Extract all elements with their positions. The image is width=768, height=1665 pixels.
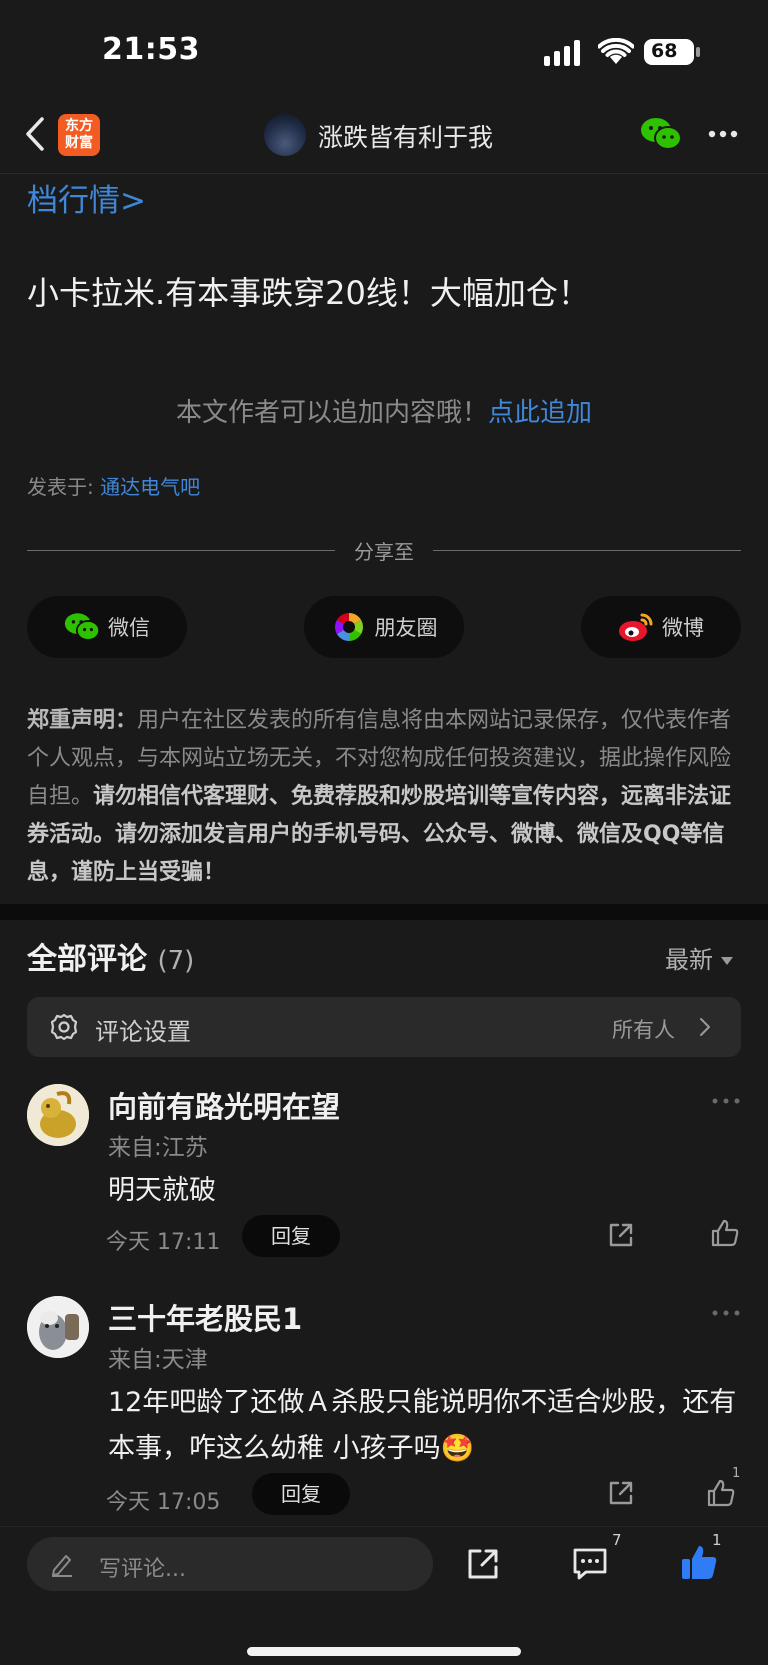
share-weibo-label: 微博 xyxy=(662,616,704,640)
comments-title: 全部评论 (7) xyxy=(27,934,194,978)
commenter-name[interactable]: 向前有路光明在望 xyxy=(108,1084,340,1126)
nav-header: 东方 财富 涨跌皆有利于我 xyxy=(0,100,768,174)
more-options-icon[interactable] xyxy=(712,1310,740,1316)
thumbs-up-icon[interactable] xyxy=(710,1218,740,1248)
cellular-signal-icon xyxy=(544,40,580,66)
reply-button[interactable]: 回复 xyxy=(242,1215,340,1257)
disclaimer: 郑重声明：用户在社区发表的所有信息将由本网站记录保存，仅代表作者个人观点，与本网… xyxy=(27,702,741,892)
quote-link[interactable]: 档行情> xyxy=(27,175,146,220)
weibo-icon xyxy=(619,613,653,641)
author-name[interactable]: 涨跌皆有利于我 xyxy=(318,118,493,154)
write-comment-input[interactable]: 写评论... xyxy=(27,1537,433,1591)
posted-in: 发表于: 通达电气吧 xyxy=(27,471,200,500)
posted-label: 发表于: xyxy=(27,475,94,499)
comment-time: 今天 17:11 xyxy=(106,1230,221,1255)
comment-text: 明天就破 xyxy=(108,1175,216,1206)
commenter-location: 来自:天津 xyxy=(108,1347,208,1373)
comment-text: 12年吧龄了还做Ａ杀股只能说明你不适合炒股，还有本事，咋这么幼稚 小孩子吗🤩 xyxy=(108,1387,737,1464)
append-prompt: 本文作者可以追加内容哦！ xyxy=(175,398,488,428)
sort-label: 最新 xyxy=(665,946,713,974)
share-moments-label: 朋友圈 xyxy=(374,616,438,640)
like-count: 1 xyxy=(732,1466,741,1481)
comment-item: 向前有路光明在望 来自:江苏 明天就破 今天 17:11 回复 xyxy=(0,1084,768,1264)
logo-line1: 东方 xyxy=(65,118,93,134)
pencil-icon xyxy=(52,1555,72,1577)
post-body: 小卡拉米.有本事跌穿20线！大幅加仓！ xyxy=(27,274,590,312)
caret-down-icon xyxy=(721,957,733,965)
comment-count-badge: 7 xyxy=(612,1531,622,1549)
wechat-icon[interactable] xyxy=(640,116,682,152)
more-options-icon[interactable] xyxy=(712,1098,740,1104)
forum-link[interactable]: 通达电气吧 xyxy=(100,475,200,499)
clock: 21:53 xyxy=(102,32,200,67)
author-avatar[interactable] xyxy=(264,114,306,156)
comment-item: 三十年老股民1 来自:天津 12年吧龄了还做Ａ杀股只能说明你不适合炒股，还有本事… xyxy=(0,1296,768,1516)
battery-icon: 68 xyxy=(643,38,701,66)
battery-level: 68 xyxy=(651,40,678,62)
eastmoney-logo[interactable]: 东方 财富 xyxy=(58,114,100,156)
gear-icon xyxy=(50,1013,78,1041)
share-icon[interactable] xyxy=(466,1547,500,1581)
comments-title-label: 全部评论 xyxy=(27,942,147,977)
commenter-avatar[interactable] xyxy=(27,1296,89,1358)
append-link[interactable]: 点此追加 xyxy=(488,398,592,428)
comment-placeholder: 写评论... xyxy=(99,1557,186,1582)
share-title: 分享至 xyxy=(354,540,414,564)
commenter-avatar[interactable] xyxy=(27,1084,89,1146)
disclaimer-strong: 请勿相信代客理财、免费荐股和炒股培训等宣传内容，远离非法证券活动。请勿添加发言用… xyxy=(27,784,732,885)
share-wechat-label: 微信 xyxy=(108,616,150,640)
status-bar: 21:53 68 xyxy=(0,0,768,100)
comment-settings-row[interactable]: 评论设置 所有人 xyxy=(27,997,741,1057)
logo-line2: 财富 xyxy=(65,135,93,151)
home-indicator[interactable] xyxy=(247,1647,521,1656)
comment-settings-value: 所有人 xyxy=(612,1018,675,1042)
more-options-icon[interactable] xyxy=(708,130,738,138)
commenter-name[interactable]: 三十年老股民1 xyxy=(108,1296,302,1338)
moments-icon xyxy=(334,613,363,641)
wechat-icon xyxy=(64,613,100,641)
comments-count: (7) xyxy=(157,946,195,976)
comment-icon[interactable] xyxy=(572,1547,608,1581)
reply-button[interactable]: 回复 xyxy=(252,1473,350,1515)
comment-time: 今天 17:05 xyxy=(106,1490,221,1515)
like-count-badge: 1 xyxy=(712,1531,722,1549)
back-chevron-icon[interactable] xyxy=(24,116,46,152)
sort-dropdown[interactable]: 最新 xyxy=(665,940,733,975)
share-icon[interactable] xyxy=(606,1478,636,1508)
commenter-location: 来自:江苏 xyxy=(108,1135,208,1161)
share-wechat-button[interactable]: 微信 xyxy=(27,596,187,658)
thumbs-up-icon[interactable] xyxy=(706,1478,736,1508)
share-weibo-button[interactable]: 微博 xyxy=(581,596,741,658)
disclaimer-heading: 郑重声明： xyxy=(27,708,138,733)
append-prompt-row: 本文作者可以追加内容哦！点此追加 xyxy=(0,392,768,429)
chevron-right-icon xyxy=(700,1018,710,1036)
bottom-action-bar: 写评论... 7 1 xyxy=(0,1526,768,1665)
comment-settings-label: 评论设置 xyxy=(95,1018,191,1046)
wifi-icon xyxy=(598,38,634,64)
share-moments-button[interactable]: 朋友圈 xyxy=(304,596,464,658)
section-divider xyxy=(0,904,768,920)
share-icon[interactable] xyxy=(606,1220,636,1250)
